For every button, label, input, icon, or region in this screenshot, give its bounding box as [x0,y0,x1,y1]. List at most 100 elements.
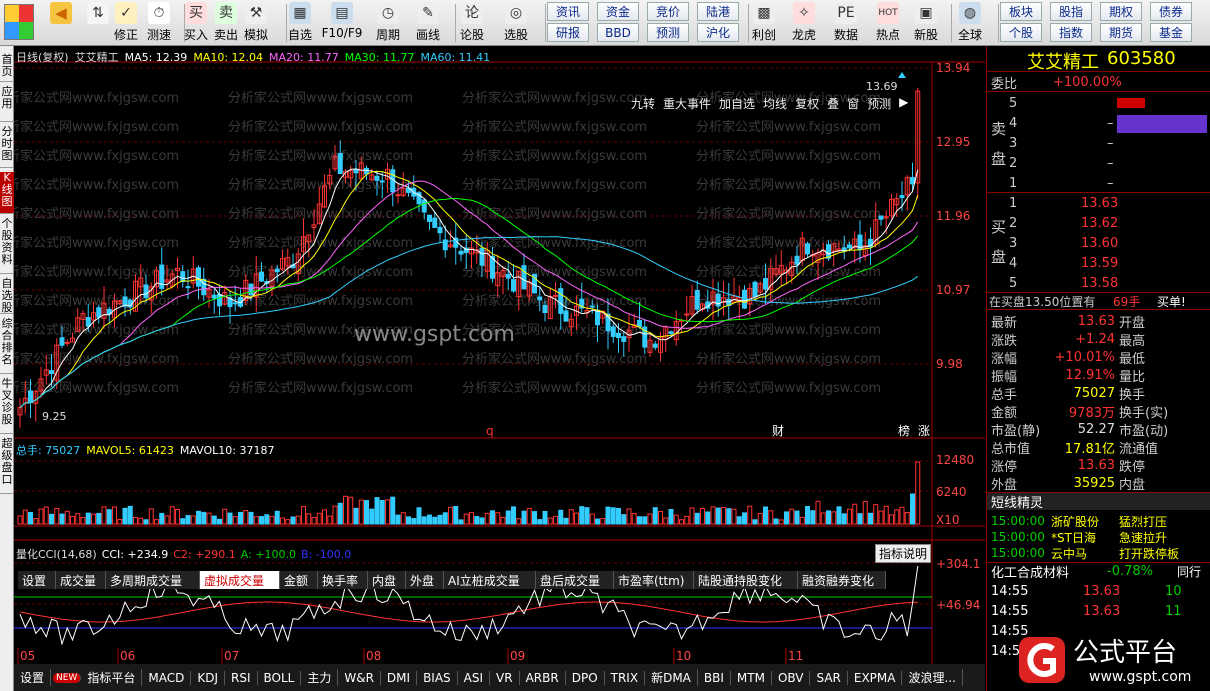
left-tab-4[interactable]: 个股资料 [0,218,14,274]
tile-button-0[interactable]: 资讯 [547,2,589,21]
indicator-tab-19[interactable]: SAR [810,670,848,685]
sell-row[interactable]: 5 [987,94,1210,112]
left-tab-0[interactable]: 首页 [0,54,14,82]
tile-button-5[interactable]: BBD [597,23,639,42]
app-logo-icon[interactable] [4,4,34,40]
sim-button[interactable]: ⚒ 模拟 [240,2,272,44]
vol-tab-5[interactable]: 换手率 [318,571,368,589]
f10-button[interactable]: ▤ F10/F9 [322,2,362,44]
indicator-tab-5[interactable]: BOLL [258,670,302,685]
globe-button[interactable]: ◍ 全球 [954,2,986,44]
vol-tab-12[interactable]: 融资融券变化 [798,571,886,589]
market-button-2[interactable]: 期权 [1100,2,1142,21]
tile-button-4[interactable]: 研报 [547,23,589,42]
market-button-3[interactable]: 债券 [1150,2,1192,21]
repair-button[interactable]: ✓ 修正 [110,2,142,44]
sell-row[interactable]: 4– [987,114,1210,132]
left-tab-3[interactable]: K线图 [0,172,14,214]
left-tab-5[interactable]: 自选股 [0,278,14,314]
draw-button[interactable]: ✎ 画线 [412,2,444,44]
chart-menu-1[interactable]: 重大事件 [663,95,711,112]
tile-button-6[interactable]: 预测 [647,23,689,42]
market-button-4[interactable]: 个股 [1000,23,1042,42]
market-button-6[interactable]: 期货 [1100,23,1142,42]
indicator-tab-8[interactable]: DMI [381,670,418,685]
pick-button[interactable]: ◎ 选股 [500,2,532,44]
indicator-tab-10[interactable]: ASI [458,670,491,685]
buy-row[interactable]: 5 13.58 [987,274,1210,292]
left-tab-6[interactable]: 综合排名 [0,318,14,374]
sell-row[interactable]: 1– [987,174,1210,192]
indicator-tab-18[interactable]: OBV [772,670,811,685]
event-marker[interactable]: 财 [772,424,784,438]
chart-menu-5[interactable]: 叠 [827,95,839,112]
indicator-tab-9[interactable]: BIAS [417,670,458,685]
indicator-tab-15[interactable]: 新DMA [645,669,698,686]
vol-tab-4[interactable]: 金额 [280,571,318,589]
chart-menu-7[interactable]: 预测 [867,95,891,112]
buy-row[interactable]: 1 13.63 [987,194,1210,212]
market-button-7[interactable]: 基金 [1150,23,1192,42]
dragon-tiger-button[interactable]: ✧ 龙虎 [788,2,820,44]
vol-tab-8[interactable]: AI立桩成交量 [444,571,536,589]
industry-button[interactable]: 同行 [1177,563,1201,580]
indicator-tab-17[interactable]: MTM [731,670,772,685]
buy-row[interactable]: 3 13.60 [987,234,1210,252]
tile-button-7[interactable]: 沪化 [697,23,739,42]
sell-row[interactable]: 3– [987,134,1210,152]
watchlist-button[interactable]: ▦ 自选 [284,2,316,44]
indicator-tab-7[interactable]: W&R [338,670,381,685]
data-button[interactable]: PE 数据 [830,2,862,44]
buy-row[interactable]: 4 13.59 [987,254,1210,272]
tile-button-1[interactable]: 资金 [597,2,639,21]
vol-tab-2[interactable]: 多周期成交量 [106,571,200,589]
event-marker[interactable]: 榜 [898,423,910,438]
chart-menu-3[interactable]: 均线 [763,95,787,112]
indicator-tab-11[interactable]: VR [490,670,520,685]
vol-tab-1[interactable]: 成交量 [56,571,106,589]
indicator-help-button[interactable]: 指标说明 [875,544,932,563]
period-button[interactable]: ◷ 周期 [372,2,404,44]
vol-tab-3[interactable]: 虚拟成交量 [200,571,280,589]
vol-tab-0[interactable]: 设置 [18,571,56,589]
chart-mode[interactable]: 日线(复权) [16,51,69,64]
tile-button-2[interactable]: 竞价 [647,2,689,21]
left-tab-1[interactable]: 应用 [0,86,14,122]
indicator-tab-1[interactable]: 指标平台 [81,669,143,686]
vol-tab-9[interactable]: 盘后成交量 [536,571,614,589]
event-marker[interactable]: q [486,424,494,438]
indicator-tab-0[interactable]: 设置 [14,669,52,686]
chart-menu-4[interactable]: 复权 [795,95,819,112]
indicator-tab-12[interactable]: ARBR [520,670,566,685]
chart-menu-6[interactable]: 窗 [847,95,859,112]
indicator-tab-3[interactable]: KDJ [191,670,225,685]
indicator-tab-13[interactable]: DPO [566,670,605,685]
ipo-button[interactable]: ▣ 新股 [910,2,942,44]
hot-button[interactable]: HOT 热点 [872,2,904,44]
vol-tab-10[interactable]: 市盈率(ttm) [614,571,694,589]
indicator-tab-20[interactable]: EXPMA [848,670,903,685]
industry-row[interactable]: 化工合成材料 -0.78% 同行 [987,562,1210,581]
discuss-button[interactable]: 论论股 [456,2,488,44]
expand-icon[interactable]: ▶ [899,95,908,112]
left-tab-2[interactable]: 分时图 [0,126,14,168]
vol-tab-6[interactable]: 内盘 [368,571,406,589]
chart-menu-2[interactable]: 加自选 [719,95,755,112]
indicator-tab-2[interactable]: MACD [142,670,192,685]
creation-button[interactable]: ▩ 利创 [748,2,780,44]
indicator-tab-6[interactable]: 主力 [301,669,339,686]
back-button[interactable]: ◀ [50,2,72,44]
sell-button[interactable]: 卖卖出 [210,2,242,44]
indicator-tab-21[interactable]: 波浪理... [902,669,963,686]
market-button-0[interactable]: 板块 [1000,2,1042,21]
left-tab-7[interactable]: 牛叉诊股 [0,378,14,434]
chart-menu-0[interactable]: 九转 [631,95,655,112]
indicator-tab-4[interactable]: RSI [225,670,258,685]
market-button-5[interactable]: 指数 [1050,23,1092,42]
sprite-row[interactable]: 15:00:00 云中马 打开跌停板 [987,544,1210,562]
vol-tab-7[interactable]: 外盘 [406,571,444,589]
kline-chart-area[interactable]: 13.94 12.95 11.96 10.97 9.98 分析家公式网www.fxjgsw… [14,46,985,664]
vol-tab-11[interactable]: 陆股通持股变化 [694,571,798,589]
indicator-tab-14[interactable]: TRIX [605,670,646,685]
event-marker[interactable]: 涨 [918,423,930,438]
